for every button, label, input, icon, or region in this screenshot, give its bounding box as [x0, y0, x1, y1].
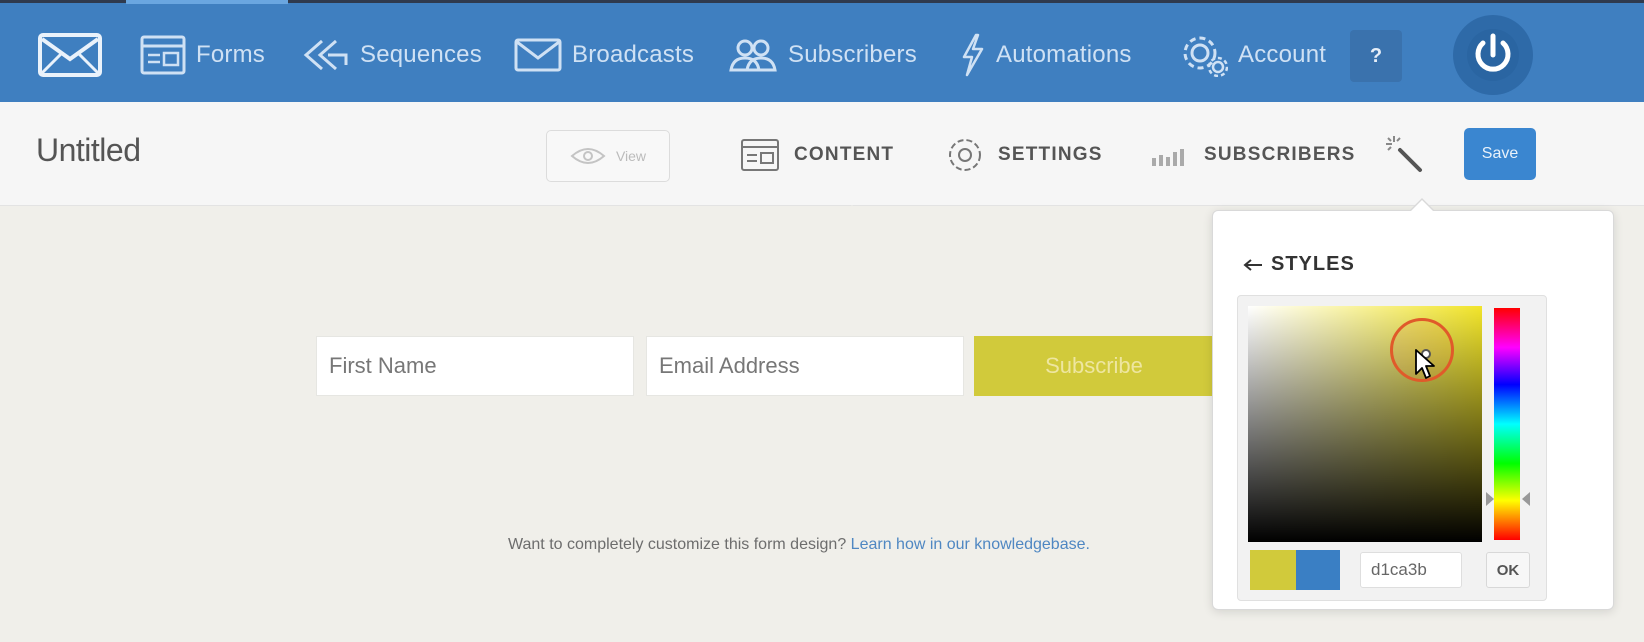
new-color-swatch — [1250, 550, 1296, 590]
tab-settings[interactable]: SETTINGS — [946, 134, 1103, 176]
nav-item-forms[interactable]: Forms — [140, 33, 265, 77]
eye-icon — [570, 148, 606, 164]
tab-subscribers[interactable]: SUBSCRIBERS — [1150, 134, 1356, 176]
styles-title: STYLES — [1271, 253, 1355, 275]
top-navigation: Forms Sequences Broadcasts Subscribers A… — [0, 0, 1644, 102]
email-field[interactable] — [646, 336, 964, 396]
hex-color-input[interactable] — [1360, 552, 1462, 588]
hue-slider-arrow-left[interactable] — [1486, 492, 1494, 506]
color-picker: OK — [1237, 295, 1547, 601]
view-label: View — [615, 148, 647, 164]
arrow-left-icon[interactable] — [1243, 258, 1263, 272]
envelope-logo-icon[interactable] — [38, 33, 102, 77]
gear-icon — [1183, 36, 1228, 77]
ok-button[interactable]: OK — [1486, 552, 1530, 588]
styles-header[interactable]: STYLES — [1243, 253, 1355, 276]
magic-wand-icon[interactable] — [1384, 134, 1424, 174]
nav-label-subscribers: Subscribers — [788, 41, 917, 68]
nav-item-subscribers[interactable]: Subscribers — [728, 33, 917, 77]
mouse-pointer-icon — [1414, 348, 1438, 380]
help-button[interactable]: ? — [1350, 30, 1402, 82]
hue-slider-arrow-right[interactable] — [1522, 492, 1530, 506]
customize-help-text: Want to completely customize this form d… — [508, 536, 1090, 554]
active-nav-indicator — [126, 0, 288, 4]
save-button[interactable]: Save — [1464, 128, 1536, 180]
view-button[interactable]: View — [546, 130, 670, 182]
styles-popover: STYLES OK — [1212, 198, 1614, 610]
lightning-icon — [962, 33, 984, 77]
tab-settings-label: SETTINGS — [998, 144, 1103, 165]
nav-item-account[interactable]: Account — [1180, 33, 1326, 77]
envelope-icon — [514, 38, 562, 72]
users-icon — [729, 39, 777, 72]
subscribe-button[interactable]: Subscribe — [974, 336, 1214, 396]
tab-content[interactable]: CONTENT — [740, 134, 895, 217]
nav-item-broadcasts[interactable]: Broadcasts — [514, 33, 694, 77]
hue-slider[interactable] — [1494, 308, 1520, 540]
nav-label-automations: Automations — [996, 41, 1132, 68]
nav-label-forms: Forms — [196, 41, 265, 68]
nav-label-broadcasts: Broadcasts — [572, 41, 695, 68]
nav-item-automations[interactable]: Automations — [958, 33, 1132, 77]
saturation-value-area[interactable] — [1248, 306, 1482, 542]
bar-chart-icon — [1152, 149, 1184, 166]
nav-item-sequences[interactable]: Sequences — [302, 33, 482, 77]
customize-help-sentence: Want to completely customize this form d… — [508, 536, 847, 553]
nav-label-account: Account — [1238, 41, 1327, 68]
power-icon — [1467, 29, 1519, 81]
gear-icon — [949, 139, 981, 171]
power-button[interactable] — [1453, 15, 1533, 95]
original-color-swatch[interactable] — [1296, 550, 1340, 590]
knowledgebase-link[interactable]: Learn how in our knowledgebase. — [851, 536, 1090, 553]
content-icon — [741, 139, 779, 171]
nav-label-sequences: Sequences — [360, 41, 482, 68]
tab-subscribers-label: SUBSCRIBERS — [1204, 144, 1356, 165]
first-name-field[interactable] — [316, 336, 634, 396]
forms-icon — [140, 35, 186, 75]
tab-content-label: CONTENT — [794, 144, 895, 165]
form-title[interactable]: Untitled — [36, 132, 141, 169]
editor-toolbar: Untitled View CONTENT SETTINGS SUBSCRIBE… — [0, 102, 1644, 217]
sequences-icon — [303, 39, 348, 71]
